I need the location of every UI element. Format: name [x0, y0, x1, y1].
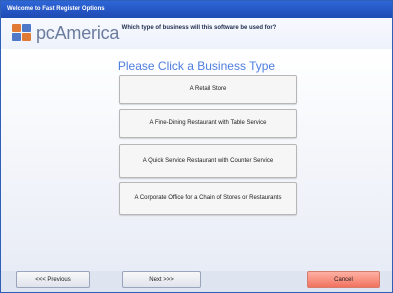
- logo-icon: [12, 24, 32, 42]
- window-title: Welcome to Fast Register Options: [7, 6, 105, 12]
- next-button[interactable]: Next >>>: [122, 271, 201, 288]
- main-content: Please Click a Business Type A Retail St…: [1, 49, 392, 271]
- fine-dining-button[interactable]: A Fine-Dining Restaurant with Table Serv…: [119, 109, 297, 138]
- corporate-office-label: A Corporate Office for a Chain of Stores…: [134, 195, 282, 201]
- window-titlebar: Welcome to Fast Register Options: [1, 1, 392, 18]
- retail-store-label: A Retail Store: [189, 86, 227, 92]
- retail-store-button[interactable]: A Retail Store: [119, 75, 297, 104]
- fine-dining-label: A Fine-Dining Restaurant with Table Serv…: [149, 120, 267, 126]
- app-window: Welcome to Fast Register Options pcAmeri…: [0, 0, 393, 293]
- question-text: Which type of business will this softwar…: [121, 25, 277, 31]
- brand-name: pcAmerica: [36, 23, 120, 43]
- corporate-office-button[interactable]: A Corporate Office for a Chain of Stores…: [119, 182, 297, 215]
- page-title: Please Click a Business Type: [117, 59, 276, 73]
- footer: <<< Previous Next >>> Cancel: [1, 269, 392, 292]
- cancel-button[interactable]: Cancel: [307, 271, 380, 288]
- quick-service-label: A Quick Service Restaurant with Counter …: [142, 157, 274, 164]
- previous-button[interactable]: <<< Previous: [16, 271, 90, 288]
- quick-service-button[interactable]: A Quick Service Restaurant with Counter …: [119, 144, 297, 178]
- header: pcAmerica Which type of business will th…: [1, 18, 392, 49]
